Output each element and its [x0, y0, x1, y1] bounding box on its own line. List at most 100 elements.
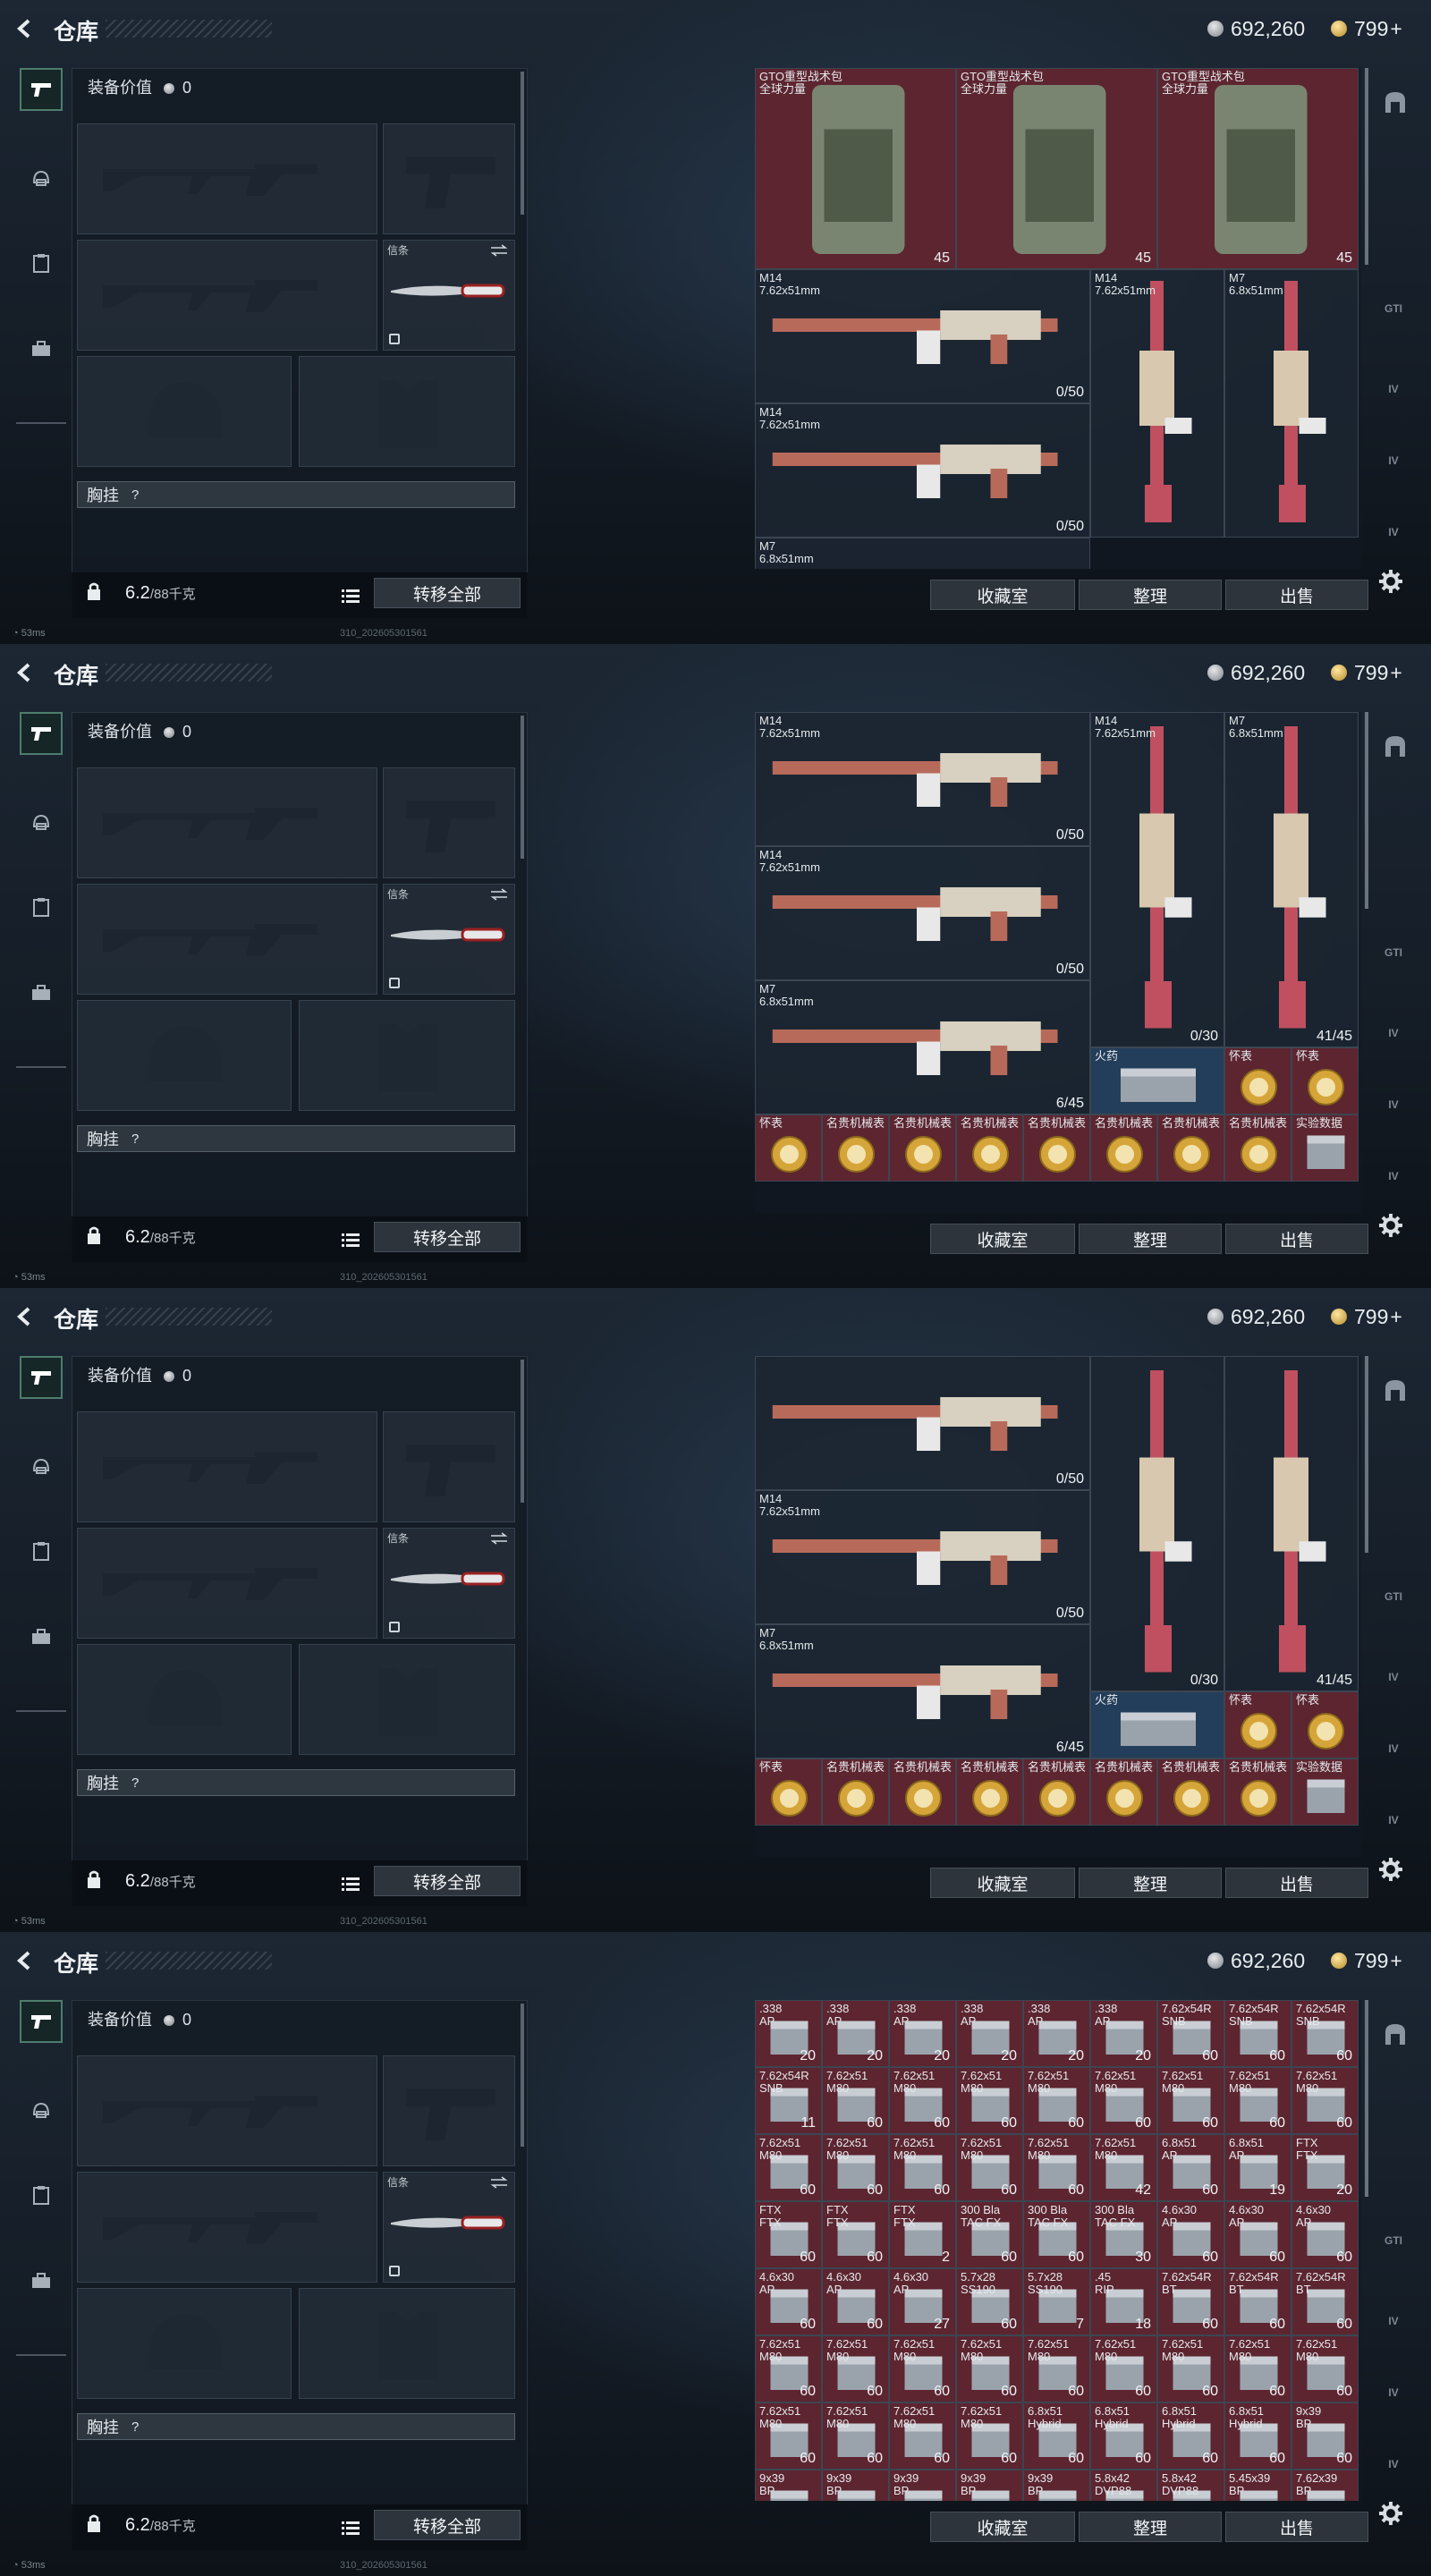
stash-item[interactable]: 7.62x51 M80 60 [1090, 2067, 1157, 2134]
stash-item[interactable]: 9x39 BP [755, 2470, 822, 2501]
primary-weapon-slot[interactable] [77, 2055, 377, 2166]
tab-rigs[interactable] [20, 242, 63, 284]
pistol-slot[interactable] [383, 767, 515, 878]
arch-icon[interactable] [1383, 89, 1408, 114]
stash-item[interactable]: .338 AP 20 [956, 2000, 1023, 2067]
tab-cases[interactable] [20, 971, 63, 1014]
equipment-scrollbar[interactable] [521, 2004, 524, 2147]
stash-item[interactable]: .45 RIP 18 [1090, 2268, 1157, 2335]
arch-icon[interactable] [1383, 1377, 1408, 1402]
stash-item[interactable]: 7.62x51 M80 60 [755, 2134, 822, 2201]
settings-gear-icon[interactable] [1378, 1213, 1403, 1238]
tab-weapons[interactable] [20, 68, 63, 111]
stash-item[interactable]: 名贵机械表 [1224, 1114, 1291, 1182]
tab-armor[interactable] [20, 2089, 63, 2132]
stash-item[interactable]: 7.62x54R SNB 60 [1224, 2000, 1291, 2067]
stash-item[interactable]: 9x39 BP 60 [1291, 2402, 1359, 2470]
stash-scrollbar[interactable] [1365, 2000, 1368, 2197]
help-icon[interactable]: ? [131, 1775, 139, 1791]
stash-item[interactable]: 7.62x54R SNB 60 [1291, 2000, 1359, 2067]
sell-button[interactable]: 出售 [1225, 1868, 1368, 1898]
stash-item[interactable]: 7.62x51 M80 60 [1023, 2335, 1090, 2402]
chest-rig-slot[interactable]: 胸挂 ? [77, 481, 515, 508]
storage-tab-4[interactable]: IV [1377, 2451, 1410, 2478]
stash-item[interactable]: 怀表 [1291, 1047, 1359, 1114]
tab-armor[interactable] [20, 157, 63, 200]
stash-item[interactable]: .338 AP 20 [1090, 2000, 1157, 2067]
settings-gear-icon[interactable] [1378, 2501, 1403, 2526]
stash-item[interactable]: 火药 [1090, 1691, 1224, 1758]
stash-item[interactable]: 7.62x51 M80 60 [889, 2134, 956, 2201]
swap-arrows-icon[interactable] [489, 2176, 509, 2189]
gold-add[interactable]: + [1390, 661, 1401, 685]
stash-item[interactable]: 名贵机械表 [1157, 1758, 1224, 1826]
stash-item[interactable]: 7.62x51 M80 60 [755, 2402, 822, 2470]
collection-room-button[interactable]: 收藏室 [930, 1868, 1075, 1898]
stash-item[interactable]: 6.8x51 Hybrid 60 [1090, 2402, 1157, 2470]
swap-arrows-icon[interactable] [489, 1532, 509, 1545]
stash-item[interactable]: M14 7.62x51mm [1090, 269, 1224, 538]
storage-tab-2[interactable]: IV [1377, 2308, 1410, 2334]
help-icon[interactable]: ? [131, 1131, 139, 1147]
settings-gear-icon[interactable] [1378, 569, 1403, 594]
tab-cases[interactable] [20, 2259, 63, 2302]
stash-item[interactable]: 怀表 [755, 1758, 822, 1826]
stash-item[interactable]: M14 7.62x51mm 0/50 [755, 846, 1090, 980]
stash-item[interactable]: 7.62x51 M80 60 [1023, 2134, 1090, 2201]
stash-item[interactable]: 5.8x42 DVP88 [1090, 2470, 1157, 2501]
stash-item[interactable]: .338 AP 20 [755, 2000, 822, 2067]
stash-item[interactable]: 7.62x54R SNB 60 [1157, 2000, 1224, 2067]
secondary-weapon-slot[interactable] [77, 240, 377, 351]
melee-slot[interactable]: 信条 [383, 1528, 515, 1639]
stash-item[interactable]: 实验数据 [1291, 1758, 1359, 1826]
helmet-slot[interactable] [77, 1644, 292, 1755]
stash-item[interactable]: 7.62x51 M80 60 [755, 2335, 822, 2402]
sell-button[interactable]: 出售 [1225, 580, 1368, 610]
stash-item[interactable]: 9x39 BP [956, 2470, 1023, 2501]
stash-item[interactable]: 7.62x54R BT 60 [1224, 2268, 1291, 2335]
tab-rigs[interactable] [20, 1530, 63, 1572]
stash-item[interactable]: GTO重型战术包 全球力量 45 [956, 68, 1157, 269]
stash-item[interactable]: 7.62x51 M80 60 [822, 2402, 889, 2470]
stash-item[interactable]: 9x39 BP [1023, 2470, 1090, 2501]
stash-item[interactable]: 4.6x30 AP 60 [822, 2268, 889, 2335]
stash-item[interactable]: 9x39 BP [822, 2470, 889, 2501]
stash-scrollbar[interactable] [1365, 68, 1368, 265]
stash-item[interactable]: 7.62x51 M80 60 [1157, 2335, 1224, 2402]
storage-tab-3[interactable]: IV [1377, 2379, 1410, 2406]
stash-item[interactable]: 4.6x30 AP 60 [1224, 2201, 1291, 2268]
armor-slot[interactable] [299, 2288, 515, 2399]
help-icon[interactable]: ? [131, 2419, 139, 2435]
stash-item[interactable]: M14 7.62x51mm 0/50 [755, 712, 1090, 846]
tab-weapons[interactable] [20, 2000, 63, 2043]
stash-item[interactable]: M14 7.62x51mm 0/50 [755, 403, 1090, 538]
arch-icon[interactable] [1383, 2021, 1408, 2046]
stash-item[interactable]: 7.62x51 M80 60 [1224, 2067, 1291, 2134]
stash-item[interactable]: M7 6.8x51mm 6/45 [755, 980, 1090, 1114]
secondary-weapon-slot[interactable] [77, 1528, 377, 1639]
stash-item[interactable]: M7 6.8x51mm 41/45 [1224, 712, 1359, 1047]
primary-weapon-slot[interactable] [77, 123, 377, 234]
stash-item[interactable]: 名贵机械表 [1157, 1114, 1224, 1182]
stash-item[interactable]: 7.62x51 M80 60 [822, 2134, 889, 2201]
armor-slot[interactable] [299, 1000, 515, 1111]
stash-item[interactable]: 6.8x51 Hybrid 60 [1224, 2402, 1291, 2470]
melee-slot[interactable]: 信条 [383, 2172, 515, 2283]
stash-item[interactable]: 7.62x51 M80 60 [889, 2335, 956, 2402]
tab-cases[interactable] [20, 327, 63, 370]
stash-item[interactable]: 名贵机械表 [1090, 1758, 1157, 1826]
gold-currency[interactable]: 799 + [1331, 659, 1402, 686]
secondary-weapon-slot[interactable] [77, 884, 377, 995]
stash-item[interactable]: 7.62x51 M80 60 [1224, 2335, 1291, 2402]
collection-room-button[interactable]: 收藏室 [930, 580, 1075, 610]
stash-item[interactable]: 300 Bla TAC FX 30 [1090, 2201, 1157, 2268]
storage-tab-3[interactable]: IV [1377, 1091, 1410, 1118]
stash-item[interactable]: 怀表 [1224, 1691, 1291, 1758]
arch-icon[interactable] [1383, 733, 1408, 758]
stash-item[interactable]: FTX FTX 60 [822, 2201, 889, 2268]
stash-item[interactable]: 0/50 [755, 1356, 1090, 1490]
back-arrow-icon[interactable] [13, 1304, 38, 1329]
tab-cases[interactable] [20, 1615, 63, 1658]
stash-item[interactable]: 6.8x51 Hybrid 60 [1157, 2402, 1224, 2470]
stash-item[interactable]: 怀表 [1291, 1691, 1359, 1758]
